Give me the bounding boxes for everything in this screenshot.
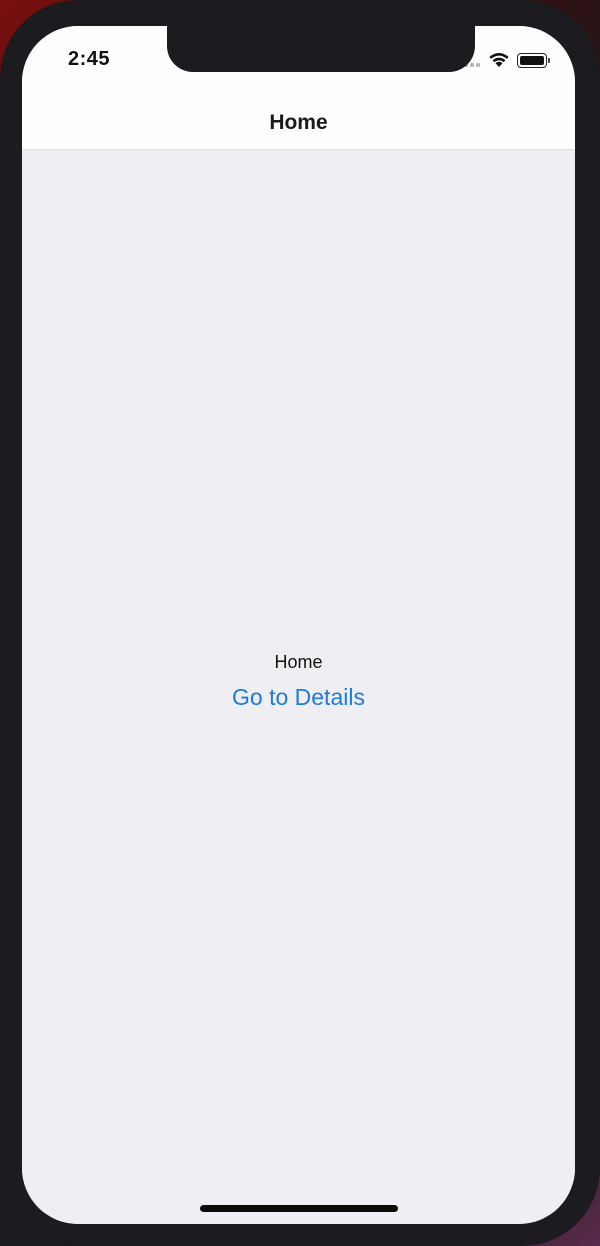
phone-screen: 2:45 Home Home Go to Details bbox=[22, 26, 575, 1224]
wifi-icon bbox=[489, 53, 509, 67]
battery-icon bbox=[517, 53, 550, 68]
go-to-details-button[interactable]: Go to Details bbox=[22, 684, 575, 711]
page-title: Home bbox=[269, 110, 328, 134]
status-time: 2:45 bbox=[68, 48, 111, 70]
phone-frame: 2:45 Home Home Go to Details bbox=[0, 0, 600, 1246]
navigation-bar: Home bbox=[22, 96, 575, 150]
main-content: Home Go to Details bbox=[22, 150, 575, 1224]
home-label: Home bbox=[274, 652, 323, 672]
device-notch bbox=[167, 26, 475, 72]
home-indicator[interactable] bbox=[200, 1205, 398, 1212]
